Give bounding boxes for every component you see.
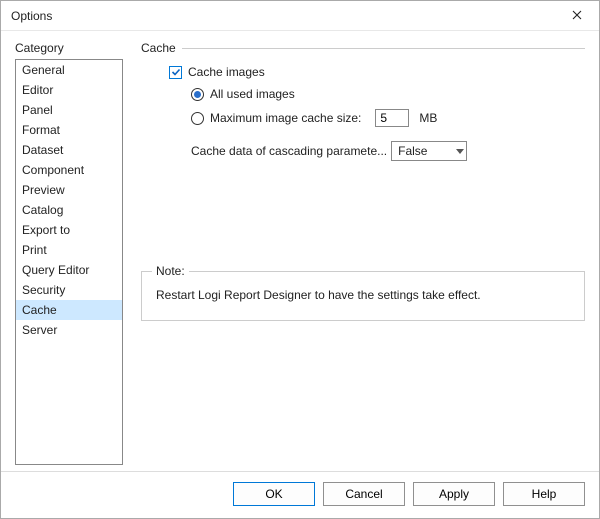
section-title: Cache <box>141 41 176 55</box>
settings-column: Cache Cache images All used images Maxim… <box>141 41 585 465</box>
category-item-dataset[interactable]: Dataset <box>16 140 122 160</box>
cache-form: Cache images All used images Maximum ima… <box>141 65 585 161</box>
category-item-cache[interactable]: Cache <box>16 300 122 320</box>
section-header: Cache <box>141 41 585 55</box>
category-item-format[interactable]: Format <box>16 120 122 140</box>
category-list[interactable]: GeneralEditorPanelFormatDatasetComponent… <box>15 59 123 465</box>
radio-all[interactable] <box>191 88 204 101</box>
category-item-print[interactable]: Print <box>16 240 122 260</box>
cache-images-row[interactable]: Cache images <box>169 65 585 79</box>
radio-max[interactable] <box>191 112 204 125</box>
apply-button[interactable]: Apply <box>413 482 495 506</box>
radio-max-label: Maximum image cache size: <box>210 111 361 125</box>
section-rule <box>182 48 585 49</box>
cascading-param-value: False <box>398 144 427 158</box>
cascading-param-label: Cache data of cascading paramete... <box>191 144 387 158</box>
window-title: Options <box>11 9 555 23</box>
help-button[interactable]: Help <box>503 482 585 506</box>
dialog-body: Category GeneralEditorPanelFormatDataset… <box>1 31 599 471</box>
cache-images-checkbox[interactable] <box>169 66 182 79</box>
note-legend: Note: <box>152 264 189 278</box>
cache-size-input[interactable] <box>375 109 409 127</box>
category-item-catalog[interactable]: Catalog <box>16 200 122 220</box>
dialog-footer: OK Cancel Apply Help <box>1 471 599 518</box>
note-fieldset: Note: Restart Logi Report Designer to ha… <box>141 271 585 321</box>
category-item-panel[interactable]: Panel <box>16 100 122 120</box>
category-item-export-to[interactable]: Export to <box>16 220 122 240</box>
category-item-general[interactable]: General <box>16 60 122 80</box>
radio-max-row[interactable]: Maximum image cache size: MB <box>191 109 585 127</box>
chevron-down-icon <box>456 149 464 154</box>
category-item-query-editor[interactable]: Query Editor <box>16 260 122 280</box>
radio-all-row[interactable]: All used images <box>191 87 585 101</box>
titlebar: Options <box>1 1 599 31</box>
note-text: Restart Logi Report Designer to have the… <box>156 288 570 302</box>
cancel-button[interactable]: Cancel <box>323 482 405 506</box>
category-column: Category GeneralEditorPanelFormatDataset… <box>15 41 123 465</box>
radio-all-label: All used images <box>210 87 295 101</box>
category-item-security[interactable]: Security <box>16 280 122 300</box>
category-label: Category <box>15 41 123 55</box>
category-item-editor[interactable]: Editor <box>16 80 122 100</box>
cascading-param-row: Cache data of cascading paramete... Fals… <box>169 141 585 161</box>
cascading-param-select[interactable]: False <box>391 141 467 161</box>
category-item-server[interactable]: Server <box>16 320 122 340</box>
cache-size-unit: MB <box>419 111 437 125</box>
category-item-preview[interactable]: Preview <box>16 180 122 200</box>
cache-images-label: Cache images <box>188 65 265 79</box>
close-button[interactable] <box>555 1 599 31</box>
cache-images-radio-group: All used images Maximum image cache size… <box>169 87 585 127</box>
ok-button[interactable]: OK <box>233 482 315 506</box>
close-icon <box>572 9 582 23</box>
category-item-component[interactable]: Component <box>16 160 122 180</box>
